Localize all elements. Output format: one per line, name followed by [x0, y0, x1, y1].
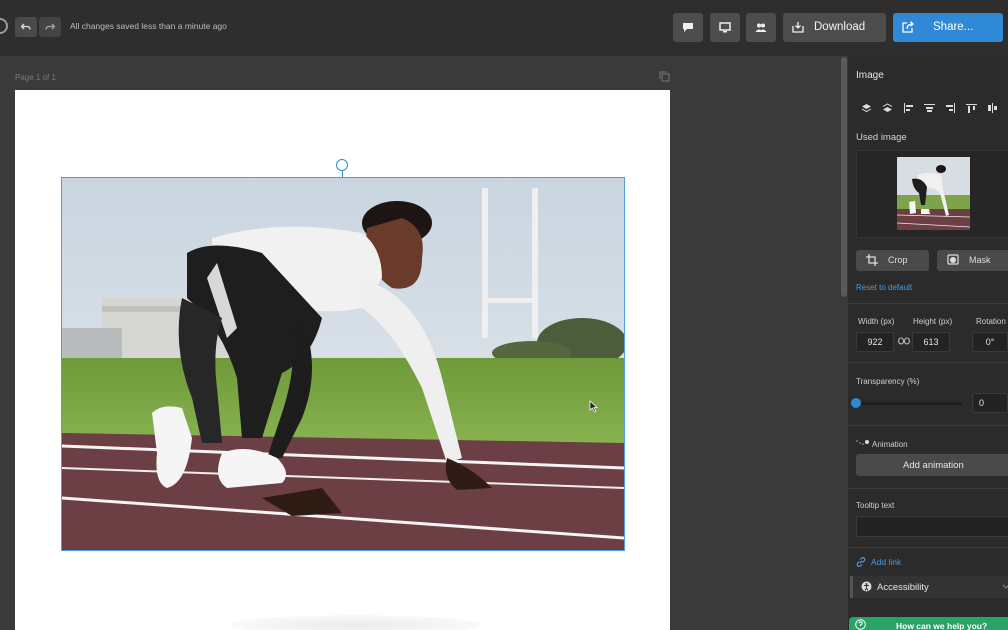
mouse-cursor-icon [589, 400, 598, 413]
tooltip-text-input[interactable] [856, 516, 1008, 537]
help-widget[interactable]: How can we help you? [849, 617, 1008, 630]
width-input[interactable]: 922 [856, 332, 894, 352]
undo-button[interactable] [15, 17, 37, 37]
users-icon [755, 23, 767, 32]
add-animation-button[interactable]: Add animation [856, 454, 1008, 476]
animation-icon [856, 440, 869, 445]
comment-icon [683, 23, 693, 32]
divider [848, 547, 1008, 548]
mask-label: Mask [969, 255, 991, 265]
crop-button[interactable]: Crop [856, 250, 929, 271]
tooltip-label: Tooltip text [856, 501, 895, 510]
accessibility-label: Accessibility [877, 582, 929, 593]
height-input[interactable]: 613 [912, 332, 950, 352]
transparency-label: Transparency (%) [856, 377, 920, 386]
mask-button[interactable]: Mask [937, 250, 1008, 271]
height-label: Height (px) [913, 317, 953, 326]
crop-icon [866, 254, 878, 266]
accessibility-section[interactable]: Accessibility [850, 576, 1008, 598]
help-icon [855, 619, 866, 630]
duplicate-page-icon[interactable] [659, 71, 670, 82]
collaborators-button[interactable] [746, 13, 776, 42]
transparency-slider[interactable] [858, 402, 962, 405]
rotation-input[interactable]: 0° [972, 332, 1008, 352]
page-shadow [230, 615, 480, 630]
align-center-icon[interactable] [919, 101, 940, 115]
divider [848, 425, 1008, 426]
rotate-handle[interactable] [336, 159, 348, 171]
share-icon [902, 21, 914, 33]
download-icon [792, 22, 804, 33]
used-image-heading: Used image [856, 132, 907, 143]
save-status: All changes saved less than a minute ago [70, 21, 227, 31]
accessibility-icon [861, 581, 872, 592]
align-bottom-icon[interactable] [1003, 101, 1008, 115]
transparency-slider-knob[interactable] [851, 398, 861, 408]
menu-icon[interactable] [0, 18, 8, 34]
bring-forward-icon[interactable] [856, 101, 877, 115]
add-animation-label: Add animation [903, 460, 964, 471]
undo-icon [21, 23, 31, 30]
image-thumbnail [897, 157, 970, 230]
redo-icon [45, 23, 55, 30]
link-icon [856, 557, 866, 567]
selected-image[interactable] [61, 177, 625, 551]
share-label: Share... [933, 21, 974, 33]
share-button[interactable]: Share... [893, 13, 1003, 42]
redo-button[interactable] [39, 17, 61, 37]
align-middle-icon[interactable] [982, 101, 1003, 115]
crop-label: Crop [888, 255, 908, 265]
comments-button[interactable] [673, 13, 703, 42]
top-toolbar: All changes saved less than a minute ago… [0, 0, 1008, 56]
present-button[interactable] [710, 13, 740, 42]
add-link-label: Add link [871, 557, 902, 567]
animation-label: Animation [872, 440, 908, 449]
page-indicator: Page 1 of 1 [15, 73, 56, 82]
link-dimensions-icon[interactable] [898, 337, 910, 345]
divider [848, 488, 1008, 489]
help-label: How can we help you? [896, 621, 988, 630]
download-button[interactable]: Download [783, 13, 886, 42]
align-left-icon[interactable] [898, 101, 919, 115]
athlete-photo [62, 178, 624, 550]
used-image-box[interactable] [856, 150, 1008, 238]
width-label: Width (px) [858, 317, 895, 326]
properties-panel: Image Used image Crop Mask Reset to defa… [848, 56, 1008, 630]
canvas-scrollbar[interactable] [841, 57, 847, 297]
monitor-icon [719, 22, 731, 33]
panel-title: Image [856, 70, 884, 81]
chevron-down-icon [1002, 584, 1008, 589]
rotation-label: Rotation [976, 317, 1006, 326]
divider [848, 362, 1008, 363]
align-top-icon[interactable] [961, 101, 982, 115]
reset-to-default-link[interactable]: Reset to default [856, 283, 912, 292]
add-link-button[interactable]: Add link [856, 557, 901, 567]
align-right-icon[interactable] [940, 101, 961, 115]
divider [848, 303, 1008, 304]
transparency-input[interactable]: 0 [972, 393, 1008, 413]
mask-icon [947, 254, 959, 265]
download-label: Download [814, 21, 866, 33]
arrange-toolbar [856, 101, 1008, 115]
send-backward-icon[interactable] [877, 101, 898, 115]
